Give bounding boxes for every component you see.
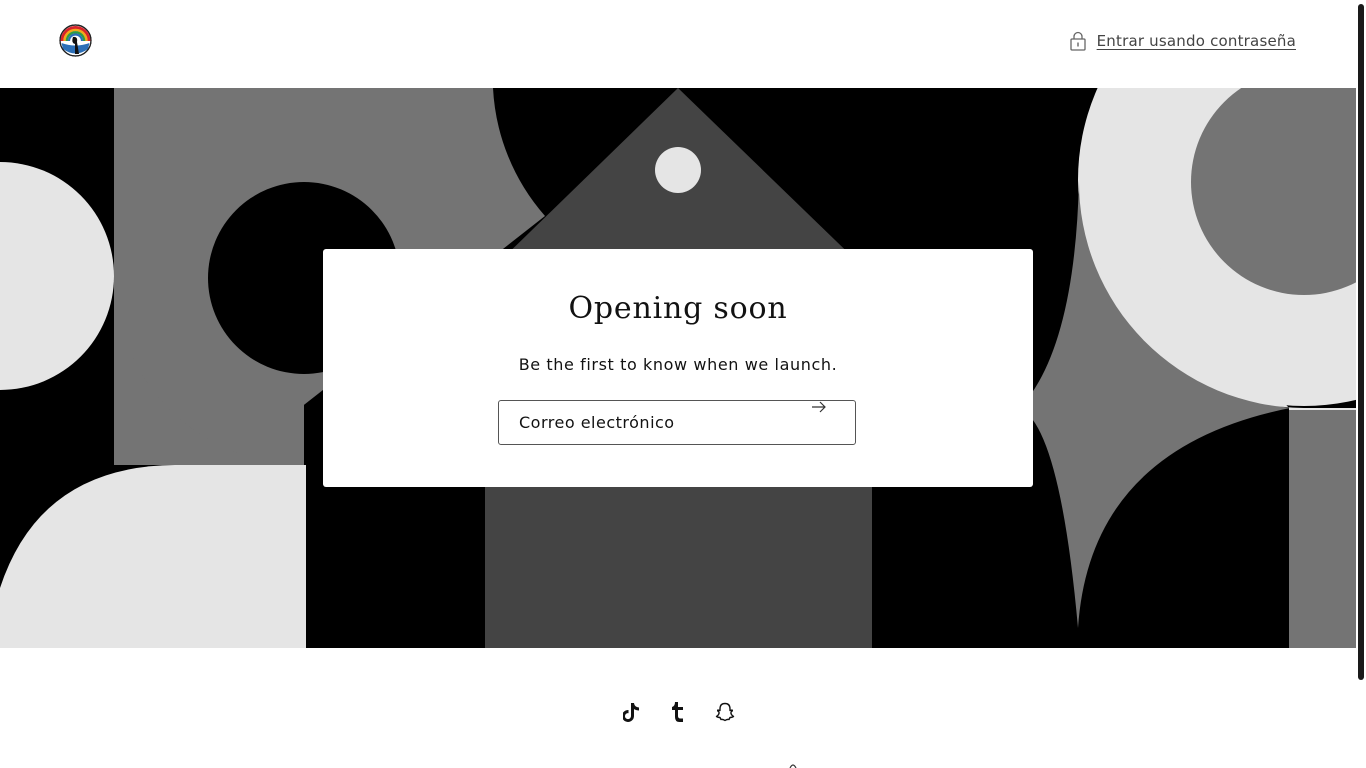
snapchat-link[interactable] <box>715 700 736 724</box>
email-input[interactable] <box>499 401 799 444</box>
newsletter-card: Opening soon Be the first to know when w… <box>323 249 1033 487</box>
tiktok-link[interactable] <box>621 700 642 724</box>
subscribe-button[interactable] <box>811 401 855 444</box>
tumblr-link[interactable] <box>668 700 689 724</box>
password-login-link[interactable]: Entrar usando contraseña <box>1069 30 1296 52</box>
password-login-label[interactable]: Entrar usando contraseña <box>1097 32 1296 50</box>
email-field[interactable] <box>498 400 856 445</box>
site-header: Entrar usando contraseña <box>0 0 1356 88</box>
social-links <box>0 700 1356 724</box>
tumblr-icon <box>671 702 683 722</box>
newsletter-subtitle: Be the first to know when we launch. <box>518 355 838 374</box>
tiktok-icon <box>622 702 639 722</box>
page-title: Opening soon <box>568 291 788 326</box>
lock-icon <box>1069 31 1086 51</box>
hero-banner: Opening soon Be the first to know when w… <box>0 88 1356 648</box>
store-logo-icon[interactable] <box>59 24 92 57</box>
scrollbar[interactable] <box>1358 4 1364 680</box>
arrow-right-icon <box>812 401 826 413</box>
footer-glyph-icon <box>789 764 797 768</box>
snapchat-icon <box>715 702 735 722</box>
